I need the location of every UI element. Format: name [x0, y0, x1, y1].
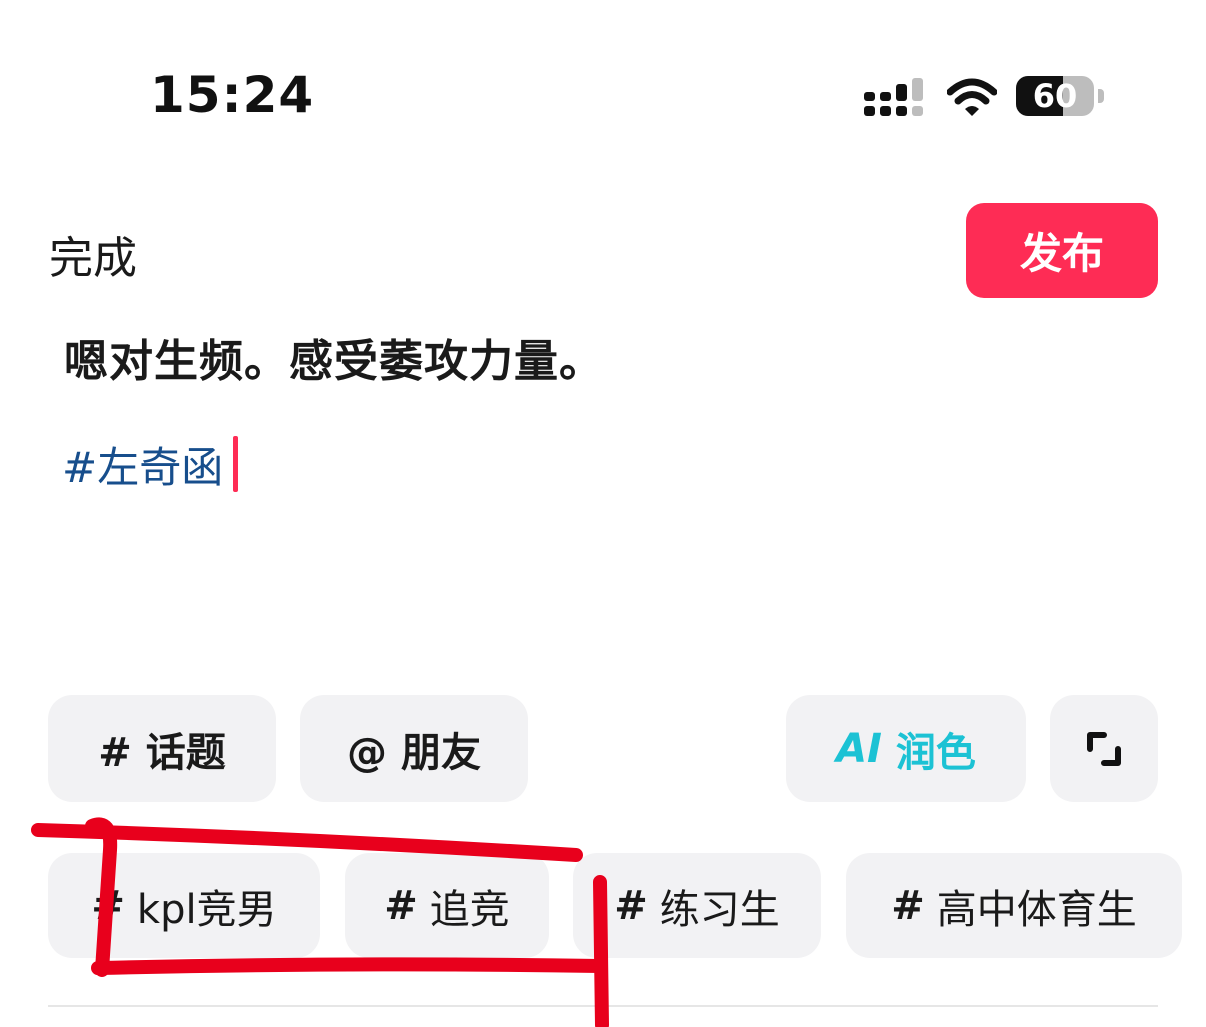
suggestion-tag-zhuijing[interactable]: # 追竞: [345, 853, 549, 958]
hashtag-text[interactable]: #左奇函: [62, 434, 223, 495]
text-caret: [233, 436, 239, 492]
expand-button[interactable]: [1050, 695, 1158, 802]
battery-level: 60: [1032, 77, 1078, 115]
suggestion-tag-highschool-athlete[interactable]: # 高中体育生: [846, 853, 1182, 958]
bottom-divider: [48, 1005, 1158, 1007]
suggestion-tag-trainee[interactable]: # 练习生: [573, 853, 821, 958]
battery-indicator: 60: [1016, 76, 1104, 118]
hashtag-line[interactable]: #左奇函: [62, 434, 239, 495]
suggestion-label: 高中体育生: [936, 886, 1137, 933]
post-editor-screen: 15:24 60 完成 发布 嗯对生频。感受萎攻力量。 #左奇函 # 话题 @ …: [0, 0, 1206, 1027]
ai-polish-label: 润色: [895, 729, 976, 776]
wifi-icon: [947, 78, 997, 116]
suggestion-label: 追竞: [429, 886, 510, 933]
hash-mark: #: [384, 882, 418, 929]
battery-body: 60: [1016, 76, 1094, 116]
ai-polish-button[interactable]: AI 润色: [786, 695, 1026, 802]
ai-prefix: AI: [836, 725, 882, 772]
done-button[interactable]: 完成: [49, 222, 137, 286]
publish-button[interactable]: 发布: [966, 203, 1158, 298]
suggestion-tag-kpl[interactable]: # kpl竞男: [48, 853, 320, 958]
friend-button[interactable]: @ 朋友: [300, 695, 528, 802]
hash-mark: #: [614, 882, 648, 929]
cellular-signal-icon: [864, 78, 923, 116]
suggestion-label: 练习生: [659, 886, 780, 933]
status-time: 15:24: [150, 66, 315, 124]
battery-cap: [1098, 89, 1104, 103]
hash-mark: #: [891, 882, 925, 929]
hash-mark: #: [91, 882, 125, 929]
topic-button[interactable]: # 话题: [48, 695, 276, 802]
post-text[interactable]: 嗯对生频。感受萎攻力量。: [64, 325, 604, 389]
expand-icon: [1087, 731, 1121, 766]
suggestion-label: kpl竞男: [136, 886, 277, 933]
